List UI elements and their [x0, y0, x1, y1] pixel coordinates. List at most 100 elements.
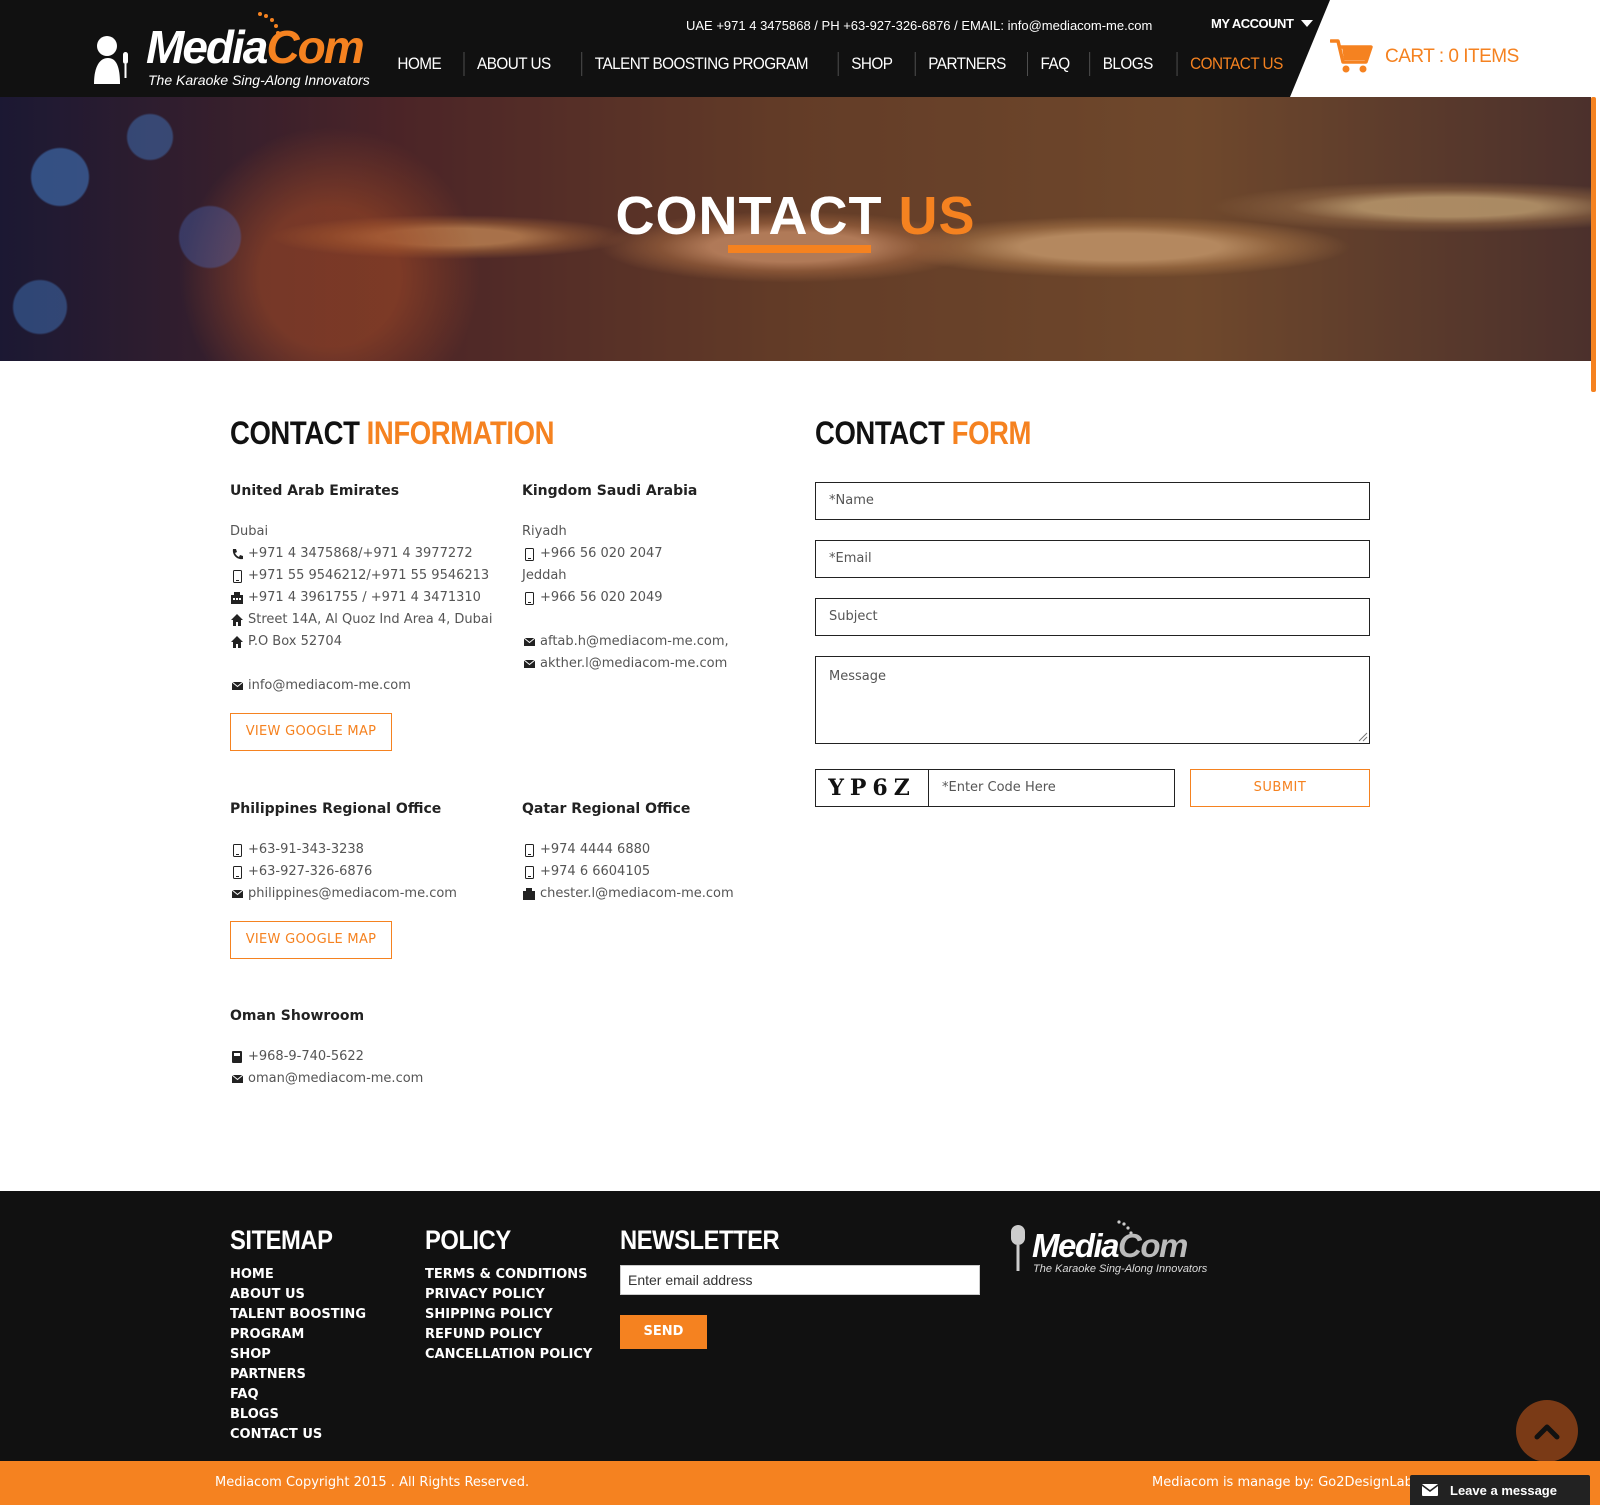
footer-newsletter: NEWSLETTER Enter email address SEND: [620, 1225, 980, 1349]
email-line: akther.l@mediacom-me.com: [522, 653, 729, 675]
home-icon: [230, 613, 244, 627]
view-google-map-button[interactable]: VIEW GOOGLE MAP: [230, 921, 392, 959]
office-uae: United Arab Emirates Dubai +971 4 347586…: [230, 483, 492, 751]
leave-message-label: Leave a message: [1450, 1482, 1557, 1498]
my-account-dropdown[interactable]: MY ACCOUNT: [1211, 16, 1314, 31]
microphone-icon: [1011, 1225, 1025, 1271]
email-line: info@mediacom-me.com: [230, 675, 492, 697]
captcha-group: YP6Z *Enter Code Here: [815, 769, 1175, 807]
nav-about-us[interactable]: ABOUT US: [463, 52, 563, 76]
footer-link-faq[interactable]: FAQ: [230, 1385, 366, 1405]
footer-link-privacy[interactable]: PRIVACY POLICY: [425, 1285, 592, 1305]
envelope-icon: [1422, 1484, 1438, 1496]
mobile-line: +63-91-343-3238: [230, 839, 457, 861]
copyright-text: Mediacom Copyright 2015 . All Rights Res…: [215, 1475, 530, 1490]
phone-icon: [230, 547, 244, 561]
footer-link-refund[interactable]: REFUND POLICY: [425, 1325, 592, 1345]
cart-summary[interactable]: CART : 0 ITEMS: [1385, 46, 1519, 68]
email-line: oman@mediacom-me.com: [230, 1068, 423, 1090]
office-name: Philippines Regional Office: [230, 801, 442, 817]
nav-talent-boosting[interactable]: TALENT BOOSTING PROGRAM: [581, 52, 821, 76]
office-oman: Oman Showroom +968-9-740-5622 oman@media…: [230, 1008, 423, 1090]
office-qatar: Qatar Regional Office +974 4444 6880 +97…: [522, 801, 734, 905]
header-contact-info: UAE +971 4 3475868 / PH +63-927-326-6876…: [686, 18, 1153, 33]
subject-input[interactable]: Subject: [815, 598, 1370, 636]
newsletter-send-button[interactable]: SEND: [620, 1315, 707, 1349]
mobile-icon: [230, 569, 244, 583]
resize-handle-icon[interactable]: [1358, 732, 1368, 742]
footer-link-cancellation[interactable]: CANCELLATION POLICY: [425, 1345, 592, 1365]
caret-down-icon: [1301, 20, 1314, 27]
footer-logo-wordmark: MediaCom: [1032, 1227, 1188, 1264]
footer-link-contact-us[interactable]: CONTACT US: [230, 1425, 366, 1445]
nav-faq[interactable]: FAQ: [1027, 52, 1082, 76]
name-input[interactable]: *Name: [815, 482, 1370, 520]
footer-logo[interactable]: MediaCom The Karaoke Sing-Along Innovato…: [1008, 1219, 1218, 1289]
envelope-icon: [522, 657, 536, 671]
singer-silhouette-icon: [94, 36, 128, 84]
back-to-top-button[interactable]: [1516, 1400, 1578, 1462]
footer-link-blogs[interactable]: BLOGS: [230, 1405, 366, 1425]
mobile-line: +974 4444 6880: [522, 839, 734, 861]
city-label: Jeddah: [522, 568, 567, 583]
mobile-line: +966 56 020 2049: [522, 587, 729, 609]
fax-icon: [230, 591, 244, 605]
mobile-icon: [230, 843, 244, 857]
message-textarea[interactable]: Message: [815, 656, 1370, 744]
captcha-input[interactable]: *Enter Code Here: [929, 770, 1174, 806]
chevron-up-icon: [1534, 1424, 1560, 1440]
mediacom-logo[interactable]: MediaCom The Karaoke Sing-Along Innovato…: [90, 10, 380, 90]
mobile-icon: [522, 547, 536, 561]
footer-link-about-us[interactable]: ABOUT US: [230, 1285, 366, 1305]
email-input[interactable]: *Email: [815, 540, 1370, 578]
managed-by-text[interactable]: Mediacom is manage by: Go2DesignLab: [1152, 1475, 1413, 1490]
city-label: Riyadh: [522, 524, 567, 539]
home-icon: [230, 635, 244, 649]
phone-line: +968-9-740-5622: [230, 1046, 423, 1068]
leave-message-widget[interactable]: Leave a message: [1410, 1475, 1590, 1505]
phone-line: +971 4 3475868/+971 4 3977272: [230, 543, 492, 565]
fax-line: +971 4 3961755 / +971 4 3471310: [230, 587, 492, 609]
office-philippines: Philippines Regional Office +63-91-343-3…: [230, 801, 457, 959]
site-footer: SITEMAP HOME ABOUT US TALENT BOOSTING PR…: [0, 1191, 1600, 1461]
address-line: Street 14A, Al Quoz Ind Area 4, Dubai: [230, 609, 492, 631]
view-google-map-button[interactable]: VIEW GOOGLE MAP: [230, 713, 392, 751]
email-line: philippines@mediacom-me.com: [230, 883, 457, 905]
newsletter-email-input[interactable]: Enter email address: [620, 1265, 980, 1295]
office-name: United Arab Emirates: [230, 483, 400, 499]
footer-link-home[interactable]: HOME: [230, 1265, 366, 1285]
shopping-cart-icon[interactable]: [1330, 38, 1374, 74]
footer-link-shop[interactable]: SHOP: [230, 1345, 366, 1365]
footer-link-shipping[interactable]: SHIPPING POLICY: [425, 1305, 592, 1325]
nav-home[interactable]: HOME: [385, 52, 454, 76]
mobile-icon: [522, 843, 536, 857]
envelope-icon: [230, 887, 244, 901]
mobile-icon: [522, 865, 536, 879]
mobile-line: +966 56 020 2047: [522, 543, 729, 565]
nav-partners[interactable]: PARTNERS: [914, 52, 1019, 76]
footer-link-terms[interactable]: TERMS & CONDITIONS: [425, 1265, 592, 1285]
policy-heading: POLICY: [425, 1225, 511, 1255]
envelope-icon: [522, 635, 536, 649]
page-scrollbar[interactable]: [1591, 97, 1596, 392]
sitemap-heading: SITEMAP: [230, 1225, 333, 1255]
office-name: Kingdom Saudi Arabia: [522, 483, 698, 499]
nav-contact-us[interactable]: CONTACT US: [1176, 52, 1296, 76]
pobox-line: P.O Box 52704: [230, 631, 492, 653]
logo-tagline: The Karaoke Sing-Along Innovators: [148, 72, 370, 88]
footer-link-talent-boosting[interactable]: TALENT BOOSTING: [230, 1305, 366, 1325]
nav-shop[interactable]: SHOP: [837, 52, 905, 76]
office-name: Oman Showroom: [230, 1008, 365, 1024]
email-line: chester.l@mediacom-me.com: [522, 883, 734, 905]
nav-blogs[interactable]: BLOGS: [1089, 52, 1166, 76]
submit-button[interactable]: SUBMIT: [1190, 769, 1370, 807]
envelope-icon: [230, 1072, 244, 1086]
title-underline: [728, 245, 871, 253]
footer-policy: POLICY TERMS & CONDITIONS PRIVACY POLICY…: [425, 1225, 592, 1365]
mobile-line: +971 55 9546212/+971 55 9546213: [230, 565, 492, 587]
page-title: CONTACT US: [615, 186, 976, 246]
footer-link-partners[interactable]: PARTNERS: [230, 1365, 366, 1385]
hero-banner: CONTACT US: [0, 97, 1591, 361]
email-line: aftab.h@mediacom-me.com,: [522, 631, 729, 653]
footer-link-program[interactable]: PROGRAM: [230, 1325, 366, 1345]
